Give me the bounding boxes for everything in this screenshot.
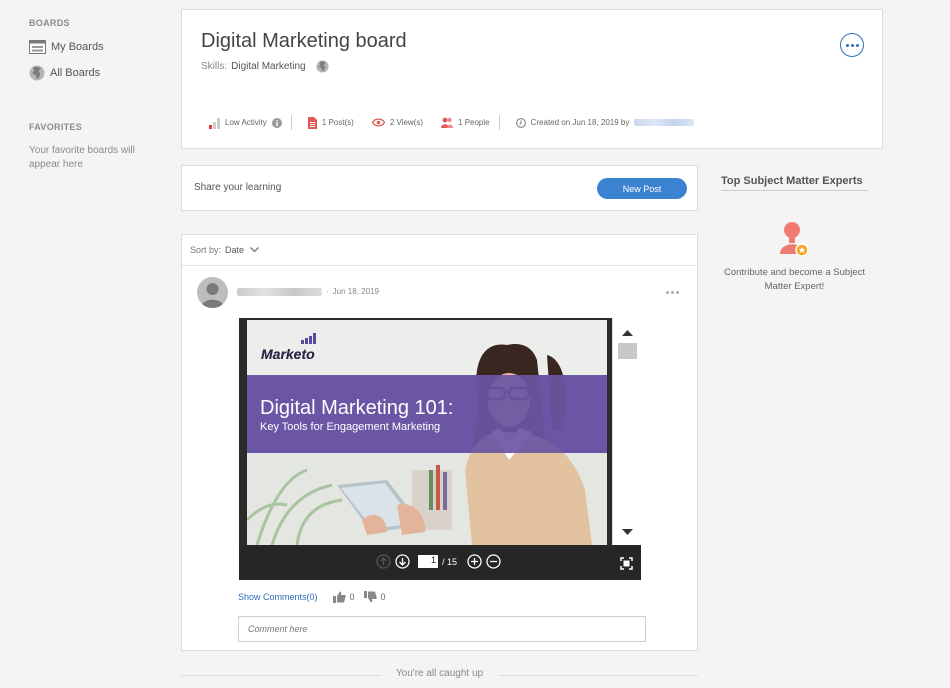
stat-created: Created on Jun 18, 2019 by — [500, 117, 704, 128]
globe-icon — [316, 60, 329, 73]
show-comments-link[interactable]: Show Comments(0) — [238, 592, 318, 602]
skills-value: Digital Marketing — [231, 61, 306, 72]
post-feed-card: Sort by: Date · Jun 18, 2019 Marketo Dig… — [181, 234, 698, 651]
eye-icon — [371, 118, 385, 127]
sidebar-item-all-boards[interactable]: All Boards — [29, 65, 100, 81]
experts-note: Contribute and become a Subject Matter E… — [723, 267, 865, 292]
post-more-options-button[interactable] — [666, 291, 679, 294]
zoom-in-icon[interactable] — [467, 554, 482, 569]
sort-bar: Sort by: Date — [182, 235, 697, 266]
people-icon — [441, 117, 454, 128]
left-sidebar: BOARDS My Boards All Boards FAVORITES Yo… — [0, 0, 170, 688]
board-skills: Skills: Digital Marketing — [201, 60, 329, 73]
board-stats: Low Activity 1 Post(s) 2 View(s) 1 Peopl… — [209, 115, 703, 130]
scroll-down-icon[interactable] — [613, 521, 642, 541]
prev-page-icon[interactable] — [376, 554, 391, 569]
thumbs-up-icon — [332, 591, 346, 603]
stat-created-label: Created on Jun 18, 2019 by — [530, 118, 630, 127]
document-viewer: Marketo Digital Marketing 101: Key Tools… — [239, 318, 641, 580]
meta-separator: · — [326, 287, 329, 296]
stat-views-label: 2 View(s) — [389, 118, 424, 127]
info-icon[interactable] — [271, 117, 282, 128]
activity-bars-icon — [209, 117, 220, 129]
viewer-toolbar: 1 / 15 — [239, 545, 641, 580]
slide-title-band-overlay: Digital Marketing 101: Key Tools for Eng… — [247, 375, 607, 453]
stat-posts-label: 1 Post(s) — [321, 118, 354, 127]
share-prompt: Share your learning — [194, 182, 282, 193]
chevron-down-icon — [249, 247, 259, 253]
page-number-input[interactable]: 1 — [418, 555, 438, 568]
next-page-icon[interactable] — [395, 554, 410, 569]
feed-end-message: You're all caught up — [181, 668, 698, 679]
thumbs-down-icon — [363, 591, 377, 603]
sort-value: Date — [225, 245, 245, 255]
scroll-up-icon[interactable] — [613, 324, 642, 344]
sidebar-item-my-boards[interactable]: My Boards — [29, 40, 104, 54]
stat-activity: Low Activity — [209, 117, 291, 129]
stat-activity-label: Low Activity — [225, 118, 267, 127]
board-header-card: Digital Marketing board Skills: Digital … — [181, 9, 883, 149]
boards-icon — [29, 40, 46, 54]
board-title: Digital Marketing board — [201, 30, 407, 52]
scroll-thumb[interactable] — [618, 343, 637, 359]
clock-icon — [515, 117, 526, 128]
favorites-heading: FAVORITES — [29, 122, 83, 132]
stat-posts: 1 Post(s) — [292, 116, 363, 129]
like-count: 0 — [349, 592, 355, 602]
slide-logo: Marketo — [261, 346, 315, 362]
skills-label: Skills: — [201, 61, 228, 72]
post-date: Jun 18, 2019 — [332, 287, 379, 296]
globe-icon — [29, 65, 45, 81]
fullscreen-icon[interactable] — [620, 557, 633, 570]
zoom-out-icon[interactable] — [486, 554, 501, 569]
sort-label: Sort by: — [190, 245, 222, 255]
stat-people-label: 1 People — [458, 118, 490, 127]
dislike-button[interactable]: 0 — [363, 591, 386, 603]
new-post-button[interactable]: New Post — [597, 178, 687, 199]
stat-views: 2 View(s) — [363, 118, 432, 127]
slide-preview: Marketo Digital Marketing 101: Key Tools… — [247, 320, 607, 545]
boards-heading: BOARDS — [29, 18, 70, 28]
sort-dropdown[interactable]: Date — [225, 245, 259, 255]
post-actions: Show Comments(0) 0 0 — [238, 591, 386, 603]
share-learning-card: Share your learning New Post — [181, 165, 698, 211]
expert-badge-icon — [780, 222, 809, 257]
slide-subtitle: Key Tools for Engagement Marketing — [260, 421, 441, 433]
document-icon — [307, 116, 317, 129]
page-total: / 15 — [442, 556, 458, 567]
avatar[interactable] — [197, 277, 228, 308]
experts-title: Top Subject Matter Experts — [721, 175, 868, 191]
viewer-scrollbar[interactable] — [612, 318, 641, 545]
stat-people: 1 People — [432, 117, 499, 128]
board-more-options-button[interactable] — [840, 33, 864, 57]
redacted-author — [634, 119, 695, 126]
favorites-note: Your favorite boards will appear here — [29, 145, 135, 170]
post-meta: · Jun 18, 2019 — [237, 287, 379, 296]
marketo-logo-bars — [301, 333, 316, 344]
dislike-count: 0 — [380, 592, 386, 602]
user-silhouette-icon — [201, 283, 224, 308]
comment-input[interactable] — [238, 616, 646, 642]
viewer-page-controls: 1 / 15 — [376, 554, 501, 569]
like-button[interactable]: 0 — [332, 591, 355, 603]
slide-title: Digital Marketing 101: — [260, 397, 454, 419]
sidebar-item-label: All Boards — [50, 67, 101, 79]
sidebar-item-label: My Boards — [51, 41, 104, 53]
redacted-author — [237, 287, 322, 296]
